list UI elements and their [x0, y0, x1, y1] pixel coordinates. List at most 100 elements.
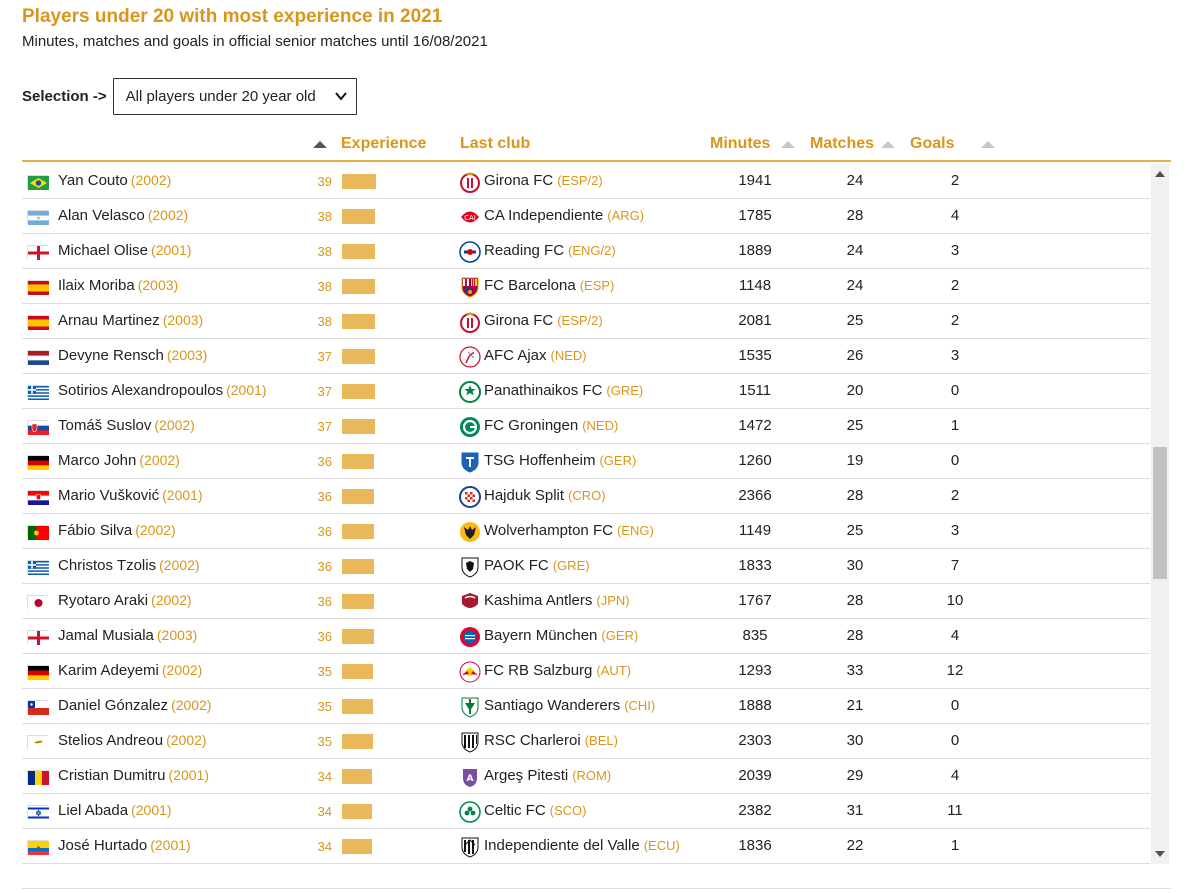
table-row[interactable]: Arnau Martinez (2003) 38 Girona FC (ESP/2) 20…	[22, 304, 1150, 339]
sort-goals-icon[interactable]	[981, 141, 995, 148]
club-name[interactable]: Girona FC (ESP/2)	[484, 172, 603, 189]
argentina-flag-icon	[27, 210, 49, 226]
sort-rank-icon[interactable]	[313, 141, 327, 148]
table-row[interactable]: Jamal Musiala (2003) 36 Bayern München (GER)…	[22, 619, 1150, 654]
netherlands-flag-icon	[27, 350, 49, 366]
player-name[interactable]: Marco John (2002)	[58, 452, 180, 469]
player-birth-year: (2001)	[131, 802, 172, 818]
table-row[interactable]: José Hurtado (2001) 34 Independiente del Va…	[22, 829, 1150, 864]
minutes-value: 1767	[738, 592, 772, 609]
reading-crest-icon	[459, 241, 481, 263]
scrollbar-thumb[interactable]	[1153, 447, 1167, 579]
club-name[interactable]: RSC Charleroi (BEL)	[484, 732, 618, 749]
club-name[interactable]: Hajduk Split (CRO)	[484, 487, 606, 504]
player-name[interactable]: Ryotaro Araki (2002)	[58, 592, 192, 609]
scroll-down-icon[interactable]	[1155, 851, 1165, 857]
table-row[interactable]: Devyne Rensch (2003) 37 AFC Ajax (NED) 1535 26…	[22, 339, 1150, 374]
player-name[interactable]: Michael Olise (2001)	[58, 242, 192, 259]
table-row[interactable]: Alan Velasco (2002) 38 CAI CA Independiente(…	[22, 199, 1150, 234]
player-name[interactable]: Alan Velasco (2002)	[58, 207, 188, 224]
player-name[interactable]: Cristian Dumitru (2001)	[58, 767, 209, 784]
player-name[interactable]: Karim Adeyemi (2002)	[58, 662, 202, 679]
club-name[interactable]: Celtic FC (SCO)	[484, 802, 587, 819]
club-country: (ENG)	[616, 523, 654, 538]
club-name[interactable]: Kashima Antlers (JPN)	[484, 592, 630, 609]
scroll-up-icon[interactable]	[1155, 171, 1165, 177]
table-row[interactable]: Tomáš Suslov (2002) 37 FC Groningen (NED) 147…	[22, 409, 1150, 444]
club-name[interactable]: Independiente del Valle (ECU)	[484, 837, 680, 854]
club-name[interactable]: Girona FC (ESP/2)	[484, 312, 603, 329]
matches-value: 28	[846, 487, 864, 504]
table-row[interactable]: Marco John (2002) 36 TSG Hoffenheim (GER) 126…	[22, 444, 1150, 479]
sort-minutes-icon[interactable]	[781, 141, 795, 148]
greece-flag-icon	[27, 560, 49, 576]
club-name[interactable]: Panathinaikos FC (GRE)	[484, 382, 643, 399]
player-selection-dropdown[interactable]: All players under 20 year old	[112, 78, 357, 115]
club-country: (GER)	[599, 453, 637, 468]
club-name[interactable]: PAOK FC (GRE)	[484, 557, 590, 574]
col-goals[interactable]: Goals	[910, 135, 954, 153]
player-name[interactable]: Devyne Rensch (2003)	[58, 347, 207, 364]
col-experience[interactable]: Experience	[341, 135, 426, 153]
player-birth-year: (2002)	[154, 417, 195, 433]
experience-bar	[342, 384, 375, 399]
col-minutes[interactable]: Minutes	[710, 135, 770, 153]
player-name[interactable]: Ilaix Moriba (2003)	[58, 277, 178, 294]
table-row[interactable]: Stelios Andreou (2002) 35 RSC Charleroi (BEL…	[22, 724, 1150, 759]
club-name[interactable]: Argeş Pitesti (ROM)	[484, 767, 611, 784]
player-name[interactable]: José Hurtado (2001)	[58, 837, 191, 854]
experience-score: 37	[317, 349, 332, 364]
table-row[interactable]: Ryotaro Araki (2002) 36 Kashima Antlers (JPN…	[22, 584, 1150, 619]
player-name[interactable]: Mario Vušković (2001)	[58, 487, 203, 504]
club-name-text: FC Groningen	[484, 417, 579, 434]
table-row[interactable]: Daniel Gónzalez (2002) 35 Santiago Wanderer…	[22, 689, 1150, 724]
player-name[interactable]: Fábio Silva (2002)	[58, 522, 176, 539]
table-row[interactable]: Fábio Silva (2002) 36 Wolverhampton FC (ENG)…	[22, 514, 1150, 549]
player-name[interactable]: Yan Couto (2002)	[58, 172, 171, 189]
table-row[interactable]: Ilaix Moriba (2003) 38 FC Barcelona (ESP) 114…	[22, 269, 1150, 304]
club-name[interactable]: Wolverhampton FC (ENG)	[484, 522, 654, 539]
sort-matches-icon[interactable]	[881, 141, 895, 148]
club-name[interactable]: Bayern München (GER)	[484, 627, 638, 644]
table-row[interactable]: Christos Tzolis (2002) 36 PAOK FC (GRE) 1833 3…	[22, 549, 1150, 584]
club-name[interactable]: Reading FC (ENG/2)	[484, 242, 616, 259]
table-row[interactable]: Mario Vušković (2001) 36 Hajduk Split (CRO) 2…	[22, 479, 1150, 514]
player-name[interactable]: Christos Tzolis (2002)	[58, 557, 200, 574]
col-last-club[interactable]: Last club	[460, 135, 530, 153]
club-name[interactable]: Santiago Wanderers (CHI)	[484, 697, 655, 714]
player-name[interactable]: Liel Abada (2001)	[58, 802, 172, 819]
table-row[interactable]: Yan Couto (2002) 39 Girona FC (ESP/2) 1941 24 2	[22, 164, 1150, 199]
hajduk-crest-icon	[459, 486, 481, 508]
club-name[interactable]: FC Groningen (NED)	[484, 417, 618, 434]
goals-value: 2	[950, 277, 960, 294]
table-scrollbar[interactable]	[1151, 164, 1169, 864]
col-matches[interactable]: Matches	[810, 135, 874, 153]
experience-bar	[342, 314, 375, 329]
player-name[interactable]: Jamal Musiala (2003)	[58, 627, 197, 644]
table-row[interactable]: Cristian Dumitru (2001) 34 A Argeş Pitesti (R…	[22, 759, 1150, 794]
player-name[interactable]: Daniel Gónzalez (2002)	[58, 697, 212, 714]
club-name[interactable]: CA Independiente (ARG)	[484, 207, 644, 224]
experience-bar	[342, 664, 373, 679]
spain-flag-icon	[27, 315, 49, 330]
matches-value: 24	[846, 172, 864, 189]
table-row[interactable]: Liel Abada (2001) 34 Celtic FC (SCO) 2382 31 11	[22, 794, 1150, 829]
player-name[interactable]: Stelios Andreou (2002)	[58, 732, 207, 749]
club-name[interactable]: TSG Hoffenheim (GER)	[484, 452, 636, 469]
player-name[interactable]: Tomáš Suslov (2002)	[58, 417, 195, 434]
club-name[interactable]: FC RB Salzburg (AUT)	[484, 662, 631, 679]
player-name-text: Ilaix Moriba	[58, 277, 135, 294]
player-birth-year: (2001)	[151, 242, 192, 258]
club-name-text: TSG Hoffenheim	[484, 452, 596, 469]
club-name[interactable]: AFC Ajax (NED)	[484, 347, 587, 364]
goals-value: 7	[950, 557, 960, 574]
player-name[interactable]: Arnau Martinez (2003)	[58, 312, 203, 329]
table-row[interactable]: Michael Olise (2001) 38 Reading FC (ENG/2) 18…	[22, 234, 1150, 269]
table-row[interactable]: Sotirios Alexandropoulos (2001) 37 Panathin…	[22, 374, 1150, 409]
club-name[interactable]: FC Barcelona (ESP)	[484, 277, 614, 294]
cyprus-flag-icon	[27, 735, 49, 750]
matches-value: 31	[846, 802, 864, 819]
player-name[interactable]: Sotirios Alexandropoulos (2001)	[58, 382, 267, 399]
selection-label: Selection ->	[22, 88, 107, 105]
table-row[interactable]: Karim Adeyemi (2002) 35 FC RB Salzburg (AUT)…	[22, 654, 1150, 689]
